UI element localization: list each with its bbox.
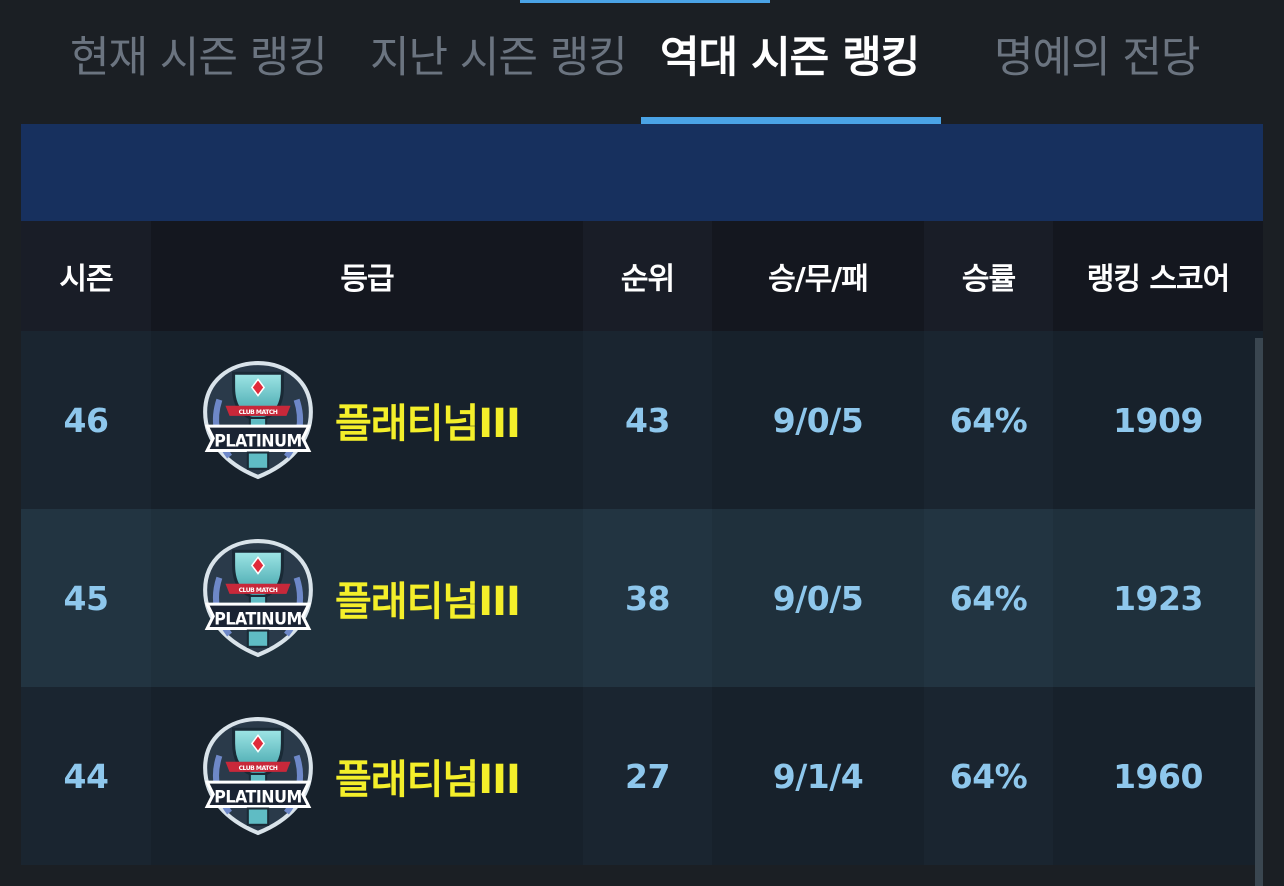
svg-text:CLUB MATCH: CLUB MATCH	[239, 587, 278, 594]
table-row[interactable]: 45 CLUB MATCH PLATINUM 플래티넘III 38 9/0/5 …	[21, 509, 1263, 687]
cell-win-draw-loss: 9/1/4	[772, 756, 864, 796]
tab-hall-of-fame[interactable]: 명예의 전당	[994, 26, 1200, 90]
header-ranking-score: 랭킹 스코어	[1053, 221, 1263, 331]
header-season: 시즌	[21, 221, 151, 331]
header-tier: 등급	[151, 221, 583, 331]
cell-rank: 38	[583, 509, 712, 687]
svg-text:PLATINUM: PLATINUM	[214, 787, 301, 807]
tab-last-season[interactable]: 지난 시즌 랭킹	[370, 26, 628, 90]
platinum-trophy-badge-icon: CLUB MATCH PLATINUM	[203, 717, 313, 836]
cell-tier: CLUB MATCH PLATINUM 플래티넘III	[151, 509, 583, 687]
tier-name: 플래티넘III	[335, 757, 521, 803]
cell-season: 46	[21, 331, 151, 509]
svg-text:PLATINUM: PLATINUM	[214, 609, 301, 629]
tab-current-season[interactable]: 현재 시즌 랭킹	[70, 26, 328, 90]
cell-win-draw-loss: 9/0/5	[772, 400, 864, 440]
cell-ranking-score: 1923	[1113, 578, 1203, 618]
tab-all-seasons[interactable]: 역대 시즌 랭킹	[660, 26, 920, 90]
season-ranking-table: 시즌 등급 순위 승/무/패 승률 랭킹 스코어 46 CLUB MATCH P…	[21, 221, 1263, 865]
table-row[interactable]: 44 CLUB MATCH PLATINUM 플래티넘III 27 9/1/4 …	[21, 687, 1263, 865]
cell-ranking-score: 1960	[1113, 756, 1203, 796]
ranking-tabs: 현재 시즌 랭킹 지난 시즌 랭킹 역대 시즌 랭킹 명예의 전당	[0, 0, 1284, 124]
table-row[interactable]: 46 CLUB MATCH PLATINUM 플래티넘III 43 9/0/5 …	[21, 331, 1263, 509]
platinum-trophy-badge-icon: CLUB MATCH PLATINUM	[203, 539, 313, 658]
table-scrollbar[interactable]	[1255, 338, 1263, 886]
ranking-screen: 현재 시즌 랭킹 지난 시즌 랭킹 역대 시즌 랭킹 명예의 전당 시즌 등급 …	[0, 0, 1284, 886]
svg-text:CLUB MATCH: CLUB MATCH	[239, 409, 278, 416]
cell-season: 45	[21, 509, 151, 687]
tier-name: 플래티넘III	[335, 401, 521, 447]
svg-text:PLATINUM: PLATINUM	[214, 431, 301, 451]
cell-tier: CLUB MATCH PLATINUM 플래티넘III	[151, 331, 583, 509]
cell-win-rate: 64%	[924, 687, 1053, 865]
table-banner	[21, 124, 1263, 221]
header-rank: 순위	[583, 221, 712, 331]
table-header-row: 시즌 등급 순위 승/무/패 승률 랭킹 스코어	[21, 221, 1263, 331]
cell-win-rate: 64%	[924, 509, 1053, 687]
cell-win-rate: 64%	[924, 331, 1053, 509]
svg-text:CLUB MATCH: CLUB MATCH	[239, 765, 278, 772]
cell-season: 44	[21, 687, 151, 865]
cell-rank: 27	[583, 687, 712, 865]
platinum-trophy-badge-icon: CLUB MATCH PLATINUM	[203, 361, 313, 480]
cell-win-draw-loss: 9/0/5	[772, 578, 864, 618]
active-tab-underline	[641, 117, 941, 124]
header-win-rate: 승률	[924, 221, 1053, 331]
cell-ranking-score: 1909	[1113, 400, 1203, 440]
table-body: 46 CLUB MATCH PLATINUM 플래티넘III 43 9/0/5 …	[21, 331, 1263, 865]
cell-rank: 43	[583, 331, 712, 509]
tier-name: 플래티넘III	[335, 579, 521, 625]
header-win-draw-loss: 승/무/패	[712, 221, 924, 331]
cell-tier: CLUB MATCH PLATINUM 플래티넘III	[151, 687, 583, 865]
